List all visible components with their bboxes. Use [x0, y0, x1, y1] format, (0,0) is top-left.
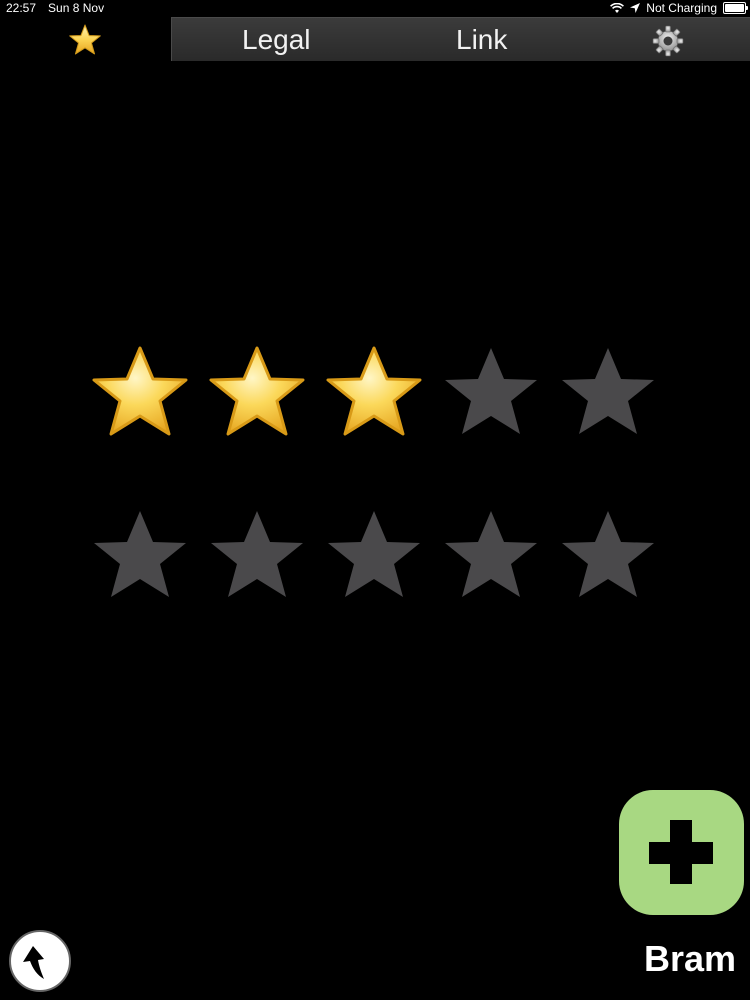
- star-empty-icon[interactable]: [80, 498, 200, 618]
- settings-button[interactable]: [652, 25, 684, 57]
- favorites-button[interactable]: [66, 22, 104, 60]
- back-button[interactable]: [9, 930, 71, 992]
- gear-icon: [652, 25, 684, 57]
- link-tab[interactable]: Link: [456, 18, 507, 62]
- location-icon: [630, 3, 641, 13]
- charging-status: Not Charging: [646, 1, 717, 15]
- star-filled-icon[interactable]: [197, 335, 317, 455]
- legal-tab[interactable]: Legal: [242, 18, 311, 62]
- star-filled-icon[interactable]: [80, 335, 200, 455]
- user-name: Bram: [643, 938, 736, 979]
- rating-row-1: [80, 335, 680, 455]
- star-empty-icon[interactable]: [548, 335, 668, 455]
- status-left: 22:57 Sun 8 Nov: [6, 1, 104, 15]
- back-arrow-icon: [23, 946, 44, 979]
- star-empty-icon[interactable]: [548, 498, 668, 618]
- star-empty-icon[interactable]: [197, 498, 317, 618]
- battery-icon: [723, 2, 748, 14]
- star-filled-icon[interactable]: [314, 335, 434, 455]
- wifi-icon: [610, 2, 625, 13]
- status-bar: 22:57 Sun 8 Nov Not Charging: [0, 0, 750, 16]
- star-empty-icon[interactable]: [431, 498, 551, 618]
- star-empty-icon[interactable]: [314, 498, 434, 618]
- status-time: 22:57: [6, 1, 37, 15]
- status-date: Sun 8 Nov: [48, 1, 105, 15]
- add-button[interactable]: [619, 790, 744, 915]
- top-toolbar: Legal Link: [171, 17, 750, 61]
- rating-row-2: [80, 498, 680, 618]
- status-right: Not Charging: [610, 1, 748, 15]
- star-icon: [69, 24, 101, 55]
- star-empty-icon[interactable]: [431, 335, 551, 455]
